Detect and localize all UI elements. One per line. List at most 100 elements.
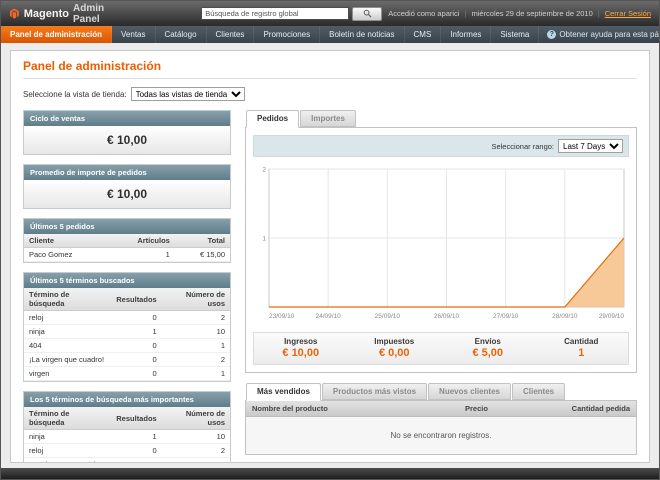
logged-in-as-text: Accedió como aparici bbox=[388, 9, 460, 18]
table-cell: 10 bbox=[161, 324, 230, 339]
tab-m-s-vendidos[interactable]: Más vendidos bbox=[246, 383, 321, 401]
last-search-terms-box: Últimos 5 términos buscados Término de b… bbox=[23, 272, 231, 382]
nav-item-promociones[interactable]: Promociones bbox=[254, 26, 321, 43]
table-cell: ¡La virgen que cuadro! bbox=[24, 457, 112, 462]
header-user-area: Accedió como aparici | miércoles 29 de s… bbox=[388, 9, 651, 18]
nav-item-ventas[interactable]: Ventas bbox=[112, 26, 156, 43]
chart-container: 1 2 23/09/10 24/09/10 25/09/10 26/09/10 27/09/… bbox=[253, 157, 629, 326]
column-header-precio: Precio bbox=[423, 401, 494, 417]
help-link[interactable]: ? Obtener ayuda para esta página bbox=[539, 26, 659, 43]
column-header-t-rmino-de-b-squeda: Término de búsqueda bbox=[24, 288, 112, 311]
svg-text:27/09/10: 27/09/10 bbox=[493, 313, 519, 320]
box-title: Promedio de importe de pedidos bbox=[24, 165, 230, 180]
separator: | bbox=[597, 9, 600, 18]
table-row[interactable]: ninja 1 10 bbox=[24, 324, 230, 339]
last-orders-box: Últimos 5 pedidos Cliente Artículos Total P… bbox=[23, 218, 231, 263]
svg-text:29/09/10: 29/09/10 bbox=[599, 313, 625, 320]
table-cell: ninja bbox=[24, 429, 112, 444]
svg-text:26/09/10: 26/09/10 bbox=[434, 313, 460, 320]
column-header-total: Total bbox=[174, 234, 230, 248]
average-orders-value: € 10,00 bbox=[24, 180, 230, 208]
table-cell: 0 bbox=[111, 443, 162, 458]
magento-admin-app: Magento Admin Panel Accedió como aparici… bbox=[0, 0, 660, 480]
logo-title: Magento bbox=[23, 7, 69, 20]
table-row[interactable]: ninja 1 10 bbox=[24, 429, 230, 444]
total-impuestos: Impuestos € 0,00 bbox=[348, 333, 442, 364]
range-select[interactable]: Last 7 Days bbox=[558, 139, 623, 153]
total-value: € 5,00 bbox=[472, 347, 504, 359]
logo-subtitle: Admin Panel bbox=[73, 2, 105, 25]
table-cell: Paco Gomez bbox=[24, 247, 108, 262]
svg-text:1: 1 bbox=[262, 236, 266, 243]
column-header-n-mero-de-usos: Número de usos bbox=[161, 407, 230, 430]
last-search-terms-table: Término de búsqueda Resultados Número de u… bbox=[24, 288, 230, 381]
nav-menu: Panel de administración Ventas Catálogo Cli… bbox=[1, 26, 540, 43]
top-search-terms-box: Los 5 términos de búsqueda más important… bbox=[23, 391, 231, 462]
nav-item-bolet-n-de-noticias[interactable]: Boletín de noticias bbox=[320, 26, 405, 43]
totals-row: Ingresos € 10,00 Impuestos € 0,00 Envíos € 5,… bbox=[253, 332, 629, 365]
table-row[interactable]: Paco Gomez 1 € 15,00 bbox=[24, 247, 230, 262]
total-env-os: Envíos € 5,00 bbox=[441, 333, 535, 364]
tab-nuevos-clientes[interactable]: Nuevos clientes bbox=[428, 383, 511, 400]
total-value: € 10,00 bbox=[282, 347, 320, 359]
content-panel: Panel de administración Seleccione la vi… bbox=[10, 50, 650, 463]
box-title: Últimos 5 pedidos bbox=[24, 219, 230, 234]
separator: | bbox=[464, 9, 467, 18]
table-cell: 0 bbox=[111, 457, 162, 462]
total-label: Impuestos bbox=[374, 337, 415, 346]
total-label: Cantidad bbox=[564, 337, 599, 346]
tab-pedidos[interactable]: Pedidos bbox=[246, 110, 300, 128]
table-row[interactable]: ¡La virgen que cuadro!02 bbox=[24, 352, 230, 367]
tab-productos-m-s-vistos[interactable]: Productos más vistos bbox=[321, 383, 428, 400]
nav-item-clientes[interactable]: Clientes bbox=[207, 26, 255, 43]
table-cell: 1 bbox=[111, 324, 162, 339]
table-row[interactable]: ¡La virgen que cuadro!02 bbox=[24, 457, 230, 462]
table-cell: 2 bbox=[161, 352, 230, 367]
tab-importes[interactable]: Importes bbox=[300, 110, 356, 127]
search-button[interactable] bbox=[352, 6, 383, 21]
help-icon: ? bbox=[547, 30, 557, 39]
total-label: Envíos bbox=[474, 337, 501, 346]
svg-text:25/09/10: 25/09/10 bbox=[375, 313, 401, 320]
column-header-resultados: Resultados bbox=[111, 288, 162, 311]
total-value: 1 bbox=[578, 347, 585, 359]
table-row[interactable]: virgen 0 1 bbox=[24, 366, 230, 381]
global-search-input[interactable] bbox=[201, 7, 350, 20]
store-view-select[interactable]: Todas las vistas de tienda bbox=[130, 87, 245, 101]
table-cell: 404 bbox=[24, 338, 112, 353]
magento-logo-icon bbox=[10, 8, 19, 19]
table-row[interactable]: reloj 0 2 bbox=[24, 310, 230, 325]
column-header-t-rmino-de-b-squeda: Término de búsqueda bbox=[24, 407, 112, 430]
nav-item-panel-de-administraci-n[interactable]: Panel de administración bbox=[1, 26, 113, 43]
products-tab-panel: Nombre del producto Precio Cantidad pedida… bbox=[245, 400, 637, 455]
global-search bbox=[201, 6, 383, 21]
orders-tab-panel: Seleccionar rango: Last 7 Days 1 2 23/09/1… bbox=[245, 127, 637, 373]
last-orders-table: Cliente Artículos Total Paco Gomez 1 € 15,00 bbox=[24, 234, 230, 262]
nav-item-cms[interactable]: CMS bbox=[405, 26, 442, 43]
nav-item-sistema[interactable]: Sistema bbox=[491, 26, 540, 43]
total-cantidad: Cantidad 1 bbox=[535, 333, 629, 364]
logout-link[interactable]: Cerrar Sesión bbox=[605, 9, 651, 18]
table-cell: virgen bbox=[24, 366, 112, 381]
search-icon bbox=[363, 9, 372, 18]
column-header-n-mero-de-usos: Número de usos bbox=[161, 288, 230, 311]
table-cell: ¡La virgen que cuadro! bbox=[24, 352, 112, 367]
average-orders-box: Promedio de importe de pedidos € 10,00 bbox=[23, 164, 231, 209]
header-date: miércoles 29 de septiembre de 2010 bbox=[471, 9, 593, 18]
nav-item-informes[interactable]: Informes bbox=[441, 26, 492, 43]
table-row[interactable]: 404 0 1 bbox=[24, 338, 230, 353]
dashboard-sidebar: Ciclo de ventas € 10,00 Promedio de impo… bbox=[23, 110, 231, 462]
magento-logo: Magento Admin Panel bbox=[9, 3, 123, 25]
tab-clientes[interactable]: Clientes bbox=[511, 383, 566, 400]
orders-chart: 1 2 23/09/10 24/09/10 25/09/10 26/09/10 27/09/… bbox=[262, 167, 625, 320]
column-header-nombre-del-producto: Nombre del producto bbox=[246, 401, 424, 417]
table-cell: € 15,00 bbox=[174, 247, 230, 262]
bottom-tabs: Más vendidos Productos más vistos Nuevos c… bbox=[245, 383, 637, 401]
report-tabs: Pedidos Importes bbox=[245, 110, 637, 128]
nav-item-cat-logo[interactable]: Catálogo bbox=[156, 26, 207, 43]
total-ingresos: Ingresos € 10,00 bbox=[254, 333, 348, 364]
table-row[interactable]: reloj 0 2 bbox=[24, 443, 230, 458]
svg-text:24/09/10: 24/09/10 bbox=[316, 313, 342, 320]
svg-text:2: 2 bbox=[262, 167, 266, 174]
content-area: Panel de administración Seleccione la vi… bbox=[1, 43, 659, 468]
